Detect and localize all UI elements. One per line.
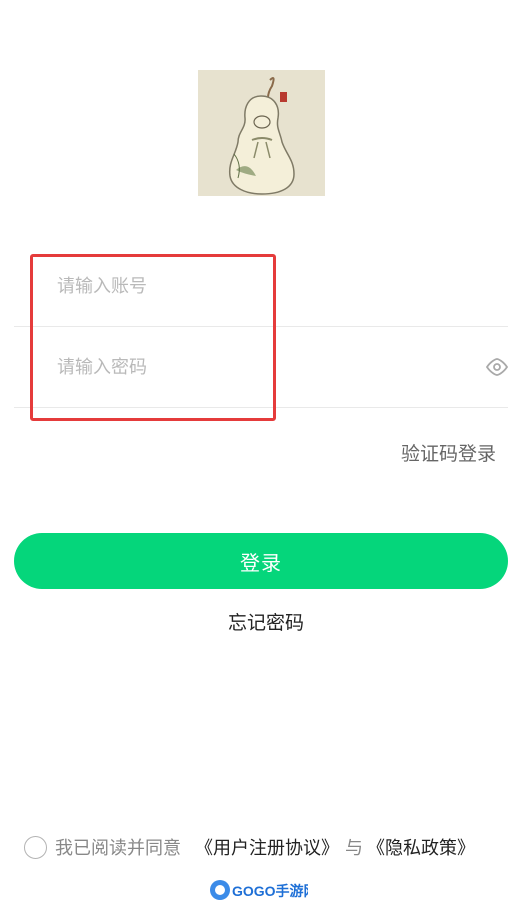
agree-radio-button[interactable] [24,835,47,859]
and-label: 与 [345,838,363,859]
login-button[interactable]: 登录 [14,533,508,589]
privacy-policy-link[interactable]: 《隐私政策》 [367,834,475,860]
gourd-logo-image [198,70,325,196]
app-logo [198,70,325,196]
watermark-logo: GOGO手游网 [208,876,318,904]
account-field [14,246,508,327]
agreement-row: 我已阅读并同意 《用户注册协议》 与 《隐私政策》 [24,834,475,860]
agree-label: 我已阅读并同意 [55,838,181,859]
user-agreement-link[interactable]: 《用户注册协议》 [195,834,339,860]
watermark-text: GOGO手游网 [232,883,308,899]
verification-code-login-link[interactable]: 验证码登录 [401,439,496,466]
password-field [14,327,509,408]
eye-icon[interactable] [485,357,509,377]
password-input[interactable] [57,327,457,407]
account-input[interactable] [57,246,457,326]
forgot-password-link[interactable]: 忘记密码 [0,608,516,635]
